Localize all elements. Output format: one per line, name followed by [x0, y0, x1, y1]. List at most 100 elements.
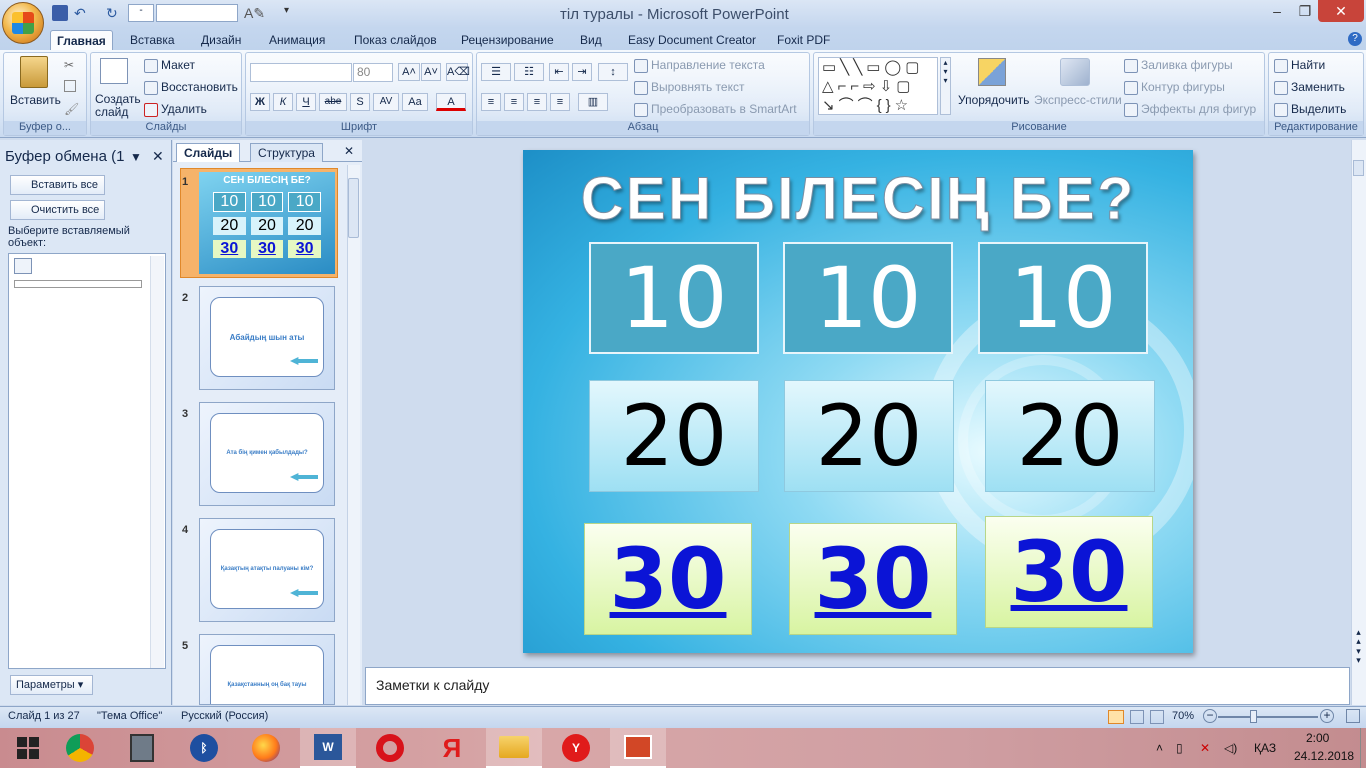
font-family-input[interactable] [250, 63, 352, 82]
shape-outline-button[interactable]: Контур фигуры [1124, 80, 1225, 95]
pane-close-icon[interactable]: ✕ [152, 148, 164, 165]
save-icon[interactable] [52, 5, 68, 21]
options-button[interactable]: Параметры ▾ [10, 675, 93, 695]
qat-more-icon[interactable]: ▾ [284, 5, 300, 21]
tab-insert[interactable]: Вставка [124, 30, 181, 50]
normal-view-icon[interactable] [1108, 710, 1124, 724]
fit-to-window-icon[interactable] [1346, 709, 1360, 723]
slide-sorter-icon[interactable] [1130, 710, 1144, 724]
close-button[interactable]: ✕ [1318, 0, 1364, 22]
tab-foxit-pdf[interactable]: Foxit PDF [771, 30, 836, 50]
align-text-button[interactable]: Выровнять текст [634, 80, 744, 95]
strikethrough-button[interactable]: abe [319, 93, 347, 111]
clear-format-button[interactable]: A⌫ [446, 63, 470, 81]
score-card-20[interactable]: 20 [784, 380, 954, 492]
restore-button[interactable]: ❐ [1290, 0, 1320, 22]
notes-placeholder[interactable]: Заметки к слайду [376, 677, 489, 693]
align-center-button[interactable]: ≡ [504, 93, 524, 111]
next-slide-icon[interactable]: ▾ ▾ [1353, 647, 1364, 665]
select-button[interactable]: Выделить [1274, 102, 1346, 117]
editor-scrollbar[interactable] [1351, 140, 1366, 705]
decrease-indent-button[interactable]: ⇤ [549, 63, 569, 81]
reset-button[interactable]: Восстановить [144, 80, 238, 95]
shrink-font-button[interactable]: A˅ [421, 63, 441, 81]
tab-design[interactable]: Дизайн [195, 30, 247, 50]
font-color-button[interactable]: A [436, 93, 466, 111]
tab-slideshow[interactable]: Показ слайдов [348, 30, 443, 50]
slides-scrollbar[interactable] [347, 165, 360, 705]
format-brush-icon[interactable]: 🖌 [64, 102, 79, 116]
network-icon[interactable]: ✕ [1200, 741, 1210, 755]
delete-button[interactable]: Удалить [144, 102, 207, 117]
align-left-button[interactable]: ≡ [481, 93, 501, 111]
text-direction-button[interactable]: Направление текста [634, 58, 765, 73]
cut-icon[interactable]: ✂ [64, 58, 74, 72]
language-status[interactable]: Русский (Россия) [181, 710, 268, 722]
clear-all-button[interactable]: Очистить все [10, 200, 105, 220]
find-button[interactable]: Найти [1274, 58, 1325, 73]
slide-title[interactable]: СЕН БІЛЕСІҢ БЕ? [523, 164, 1193, 233]
redo-icon[interactable]: ↻ [106, 5, 122, 21]
zoom-in-icon[interactable]: + [1320, 709, 1334, 723]
tab-home[interactable]: Главная [50, 30, 113, 50]
tab-easy-document-creator[interactable]: Easy Document Creator [622, 30, 762, 50]
taskbar-yandex-browser[interactable]: Y [548, 728, 604, 768]
theme-name[interactable]: "Тема Office" [97, 710, 162, 722]
taskbar-chrome[interactable] [52, 728, 108, 768]
input-language[interactable]: ҚАЗ [1254, 741, 1276, 755]
pane-options-icon[interactable]: ▼ [130, 150, 142, 164]
paste-all-button[interactable]: Вставить все [10, 175, 105, 195]
start-button[interactable] [0, 728, 56, 768]
tab-outline[interactable]: Структура [250, 143, 323, 162]
arrange-button[interactable]: Упорядочить [958, 93, 1029, 107]
clock-date[interactable]: 24.12.2018 [1294, 749, 1354, 763]
slide-thumbnail-3[interactable]: Ата ​​бің қимен қабылдады? [199, 402, 335, 506]
new-slide-icon[interactable] [100, 58, 128, 84]
numbering-button[interactable]: ☷ [514, 63, 544, 81]
score-card-20[interactable]: 20 [985, 380, 1155, 492]
convert-smartart-button[interactable]: Преобразовать в SmartArt [634, 102, 797, 117]
justify-button[interactable]: ≡ [550, 93, 570, 111]
format-painter-icon[interactable]: A✎ [244, 5, 272, 21]
slide-thumbnail-4[interactable]: Қазақтың атақты палуаны кім? [199, 518, 335, 622]
layout-button[interactable]: Макет [144, 58, 195, 73]
char-spacing-button[interactable]: AV [373, 93, 399, 111]
shapes-gallery-scroll[interactable]: ▴ ▾ ▾ [940, 57, 951, 115]
tab-review[interactable]: Рецензирование [455, 30, 560, 50]
clipboard-item-icon[interactable] [14, 258, 32, 274]
prev-slide-icon[interactable]: ▴ ▴ [1353, 628, 1364, 646]
battery-icon[interactable]: ▯ [1176, 741, 1183, 755]
show-desktop-button[interactable] [1360, 728, 1366, 768]
score-card-10[interactable]: 10 [783, 242, 953, 354]
tray-chevron-icon[interactable]: ˄ [1156, 741, 1163, 755]
shapes-gallery[interactable]: ▭╲╲▭◯▢ △⌐⌐⇨⇩▢ ↘⌒⌒{}☆ [818, 57, 938, 115]
paste-button[interactable]: Вставить [10, 93, 61, 107]
replace-button[interactable]: Заменить [1274, 80, 1345, 95]
bold-button[interactable]: Ж [250, 93, 270, 111]
shape-effects-button[interactable]: Эффекты для фигур [1124, 102, 1256, 117]
shadow-button[interactable]: S [350, 93, 370, 111]
taskbar-firefox[interactable] [238, 728, 294, 768]
taskbar-yandex[interactable]: Я [424, 728, 480, 768]
zoom-slider[interactable] [1218, 716, 1318, 718]
slideshow-icon[interactable] [1150, 710, 1164, 724]
notes-area[interactable] [365, 667, 1350, 705]
clock-time[interactable]: 2:00 [1306, 731, 1329, 745]
shape-fill-button[interactable]: Заливка фигуры [1124, 58, 1233, 73]
tab-view[interactable]: Вид [574, 30, 608, 50]
taskbar-powerpoint[interactable] [610, 728, 666, 768]
score-card-10[interactable]: 10 [589, 242, 759, 354]
clipboard-items-list[interactable] [8, 253, 166, 669]
score-card-30[interactable]: 30 [789, 523, 957, 635]
taskbar-explorer[interactable] [486, 728, 542, 768]
copy-icon[interactable] [64, 80, 76, 92]
office-button[interactable] [2, 2, 44, 44]
zoom-slider-thumb[interactable] [1250, 710, 1257, 723]
score-card-20[interactable]: 20 [589, 380, 759, 492]
editor-scroll-thumb[interactable] [1353, 160, 1364, 176]
new-slide-button[interactable]: Создать слайд [95, 93, 143, 119]
align-right-button[interactable]: ≡ [527, 93, 547, 111]
slides-pane-close-icon[interactable]: ✕ [344, 144, 354, 158]
zoom-out-icon[interactable]: − [1203, 709, 1217, 723]
volume-icon[interactable]: ◁) [1224, 741, 1237, 755]
